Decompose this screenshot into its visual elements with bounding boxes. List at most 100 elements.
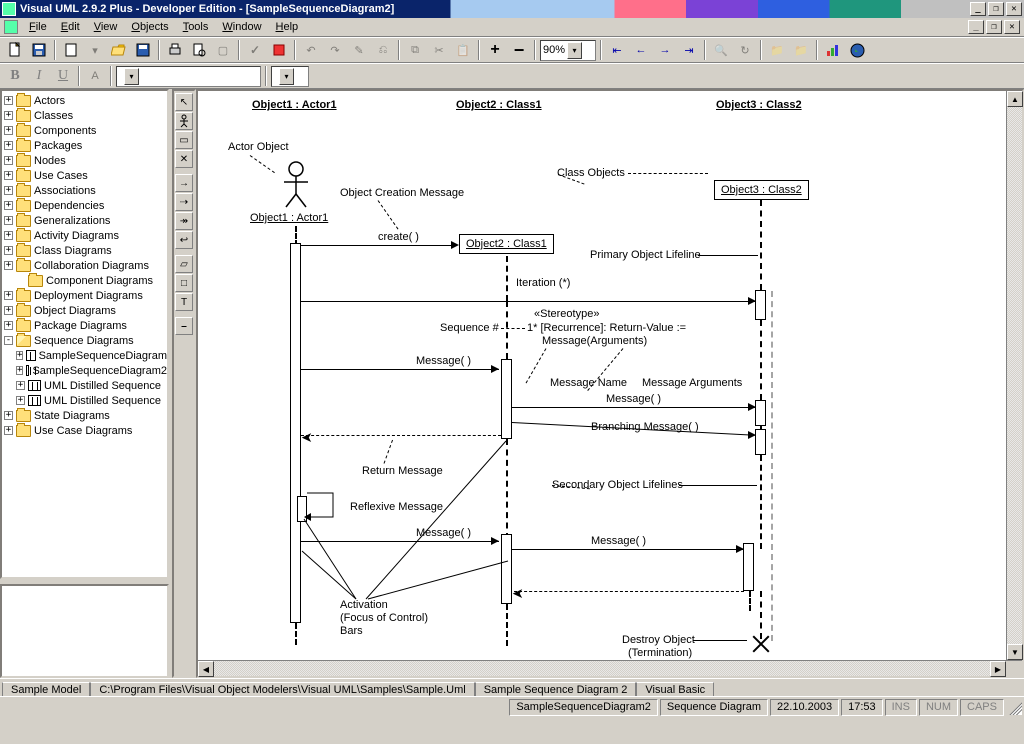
expand-icon[interactable]: + — [16, 351, 23, 360]
menu-objects[interactable]: Objects — [124, 19, 175, 35]
find-button[interactable]: 🔍 — [710, 39, 732, 61]
activation-bar[interactable] — [501, 359, 512, 439]
expand-icon[interactable]: + — [4, 291, 13, 300]
tab-diagram[interactable]: Sample Sequence Diagram 2 — [475, 682, 637, 696]
tree-item[interactable]: +Deployment Diagrams — [2, 288, 167, 303]
italic-button[interactable]: I — [28, 65, 50, 87]
minimize-button[interactable]: _ — [970, 2, 986, 16]
print-button[interactable] — [164, 39, 186, 61]
return-tool[interactable]: ⇢ — [175, 193, 193, 211]
mdi-restore-button[interactable]: ❐ — [986, 20, 1002, 34]
activation-bar[interactable] — [755, 400, 766, 426]
chart-button[interactable] — [822, 39, 844, 61]
underline-button[interactable]: U — [52, 65, 74, 87]
expand-icon[interactable]: + — [4, 306, 13, 315]
paste-button[interactable]: 📋 — [452, 39, 474, 61]
vertical-scrollbar[interactable]: ▲ ▼ — [1006, 91, 1022, 660]
return-arrow[interactable] — [514, 591, 744, 592]
tool3-button[interactable]: ▢ — [212, 39, 234, 61]
expand-icon[interactable]: + — [4, 231, 13, 240]
zoom-minus-button[interactable]: − — [508, 39, 530, 61]
expand-icon[interactable]: + — [4, 96, 13, 105]
scroll-track[interactable] — [1007, 107, 1022, 644]
expand-icon[interactable]: + — [16, 366, 23, 375]
expand-icon[interactable]: + — [4, 321, 13, 330]
nav-right-end-button[interactable]: ⇥ — [678, 39, 700, 61]
object-box-3[interactable]: Object3 : Class2 — [714, 180, 809, 200]
zoom-combo[interactable]: 90% ▾ — [540, 40, 596, 61]
undo-button[interactable]: ↶ — [300, 39, 322, 61]
expand-icon[interactable]: + — [4, 261, 13, 270]
tab-vb[interactable]: Visual Basic — [636, 682, 714, 696]
expand-icon[interactable]: + — [4, 186, 13, 195]
menu-view[interactable]: View — [87, 19, 125, 35]
note-tool[interactable]: ▱ — [175, 255, 193, 273]
zoom-plus-button[interactable]: + — [484, 39, 506, 61]
tree-item[interactable]: +Associations — [2, 183, 167, 198]
activation-bar[interactable] — [755, 290, 766, 320]
message-arrow[interactable] — [512, 549, 744, 550]
brush-button[interactable]: ✎ — [348, 39, 370, 61]
new-doc-button[interactable] — [60, 39, 82, 61]
activation-bar[interactable] — [755, 429, 766, 455]
find-next-button[interactable]: ↻ — [734, 39, 756, 61]
tree-item[interactable]: +SampleSequenceDiagram2 — [2, 363, 167, 378]
diagram-canvas[interactable]: Object1 : Actor1 Object2 : Class1 Object… — [198, 91, 1006, 660]
mdi-icon[interactable] — [4, 20, 18, 34]
tree-item[interactable]: +Class Diagrams — [2, 243, 167, 258]
expand-icon[interactable]: + — [4, 246, 13, 255]
tree-item[interactable]: +Classes — [2, 108, 167, 123]
tree-item[interactable]: +Activity Diagrams — [2, 228, 167, 243]
pointer-tool[interactable]: ↖ — [175, 93, 193, 111]
expand-icon[interactable]: + — [16, 381, 25, 390]
scroll-up-button[interactable]: ▲ — [1007, 91, 1023, 107]
actor-tool[interactable] — [175, 112, 193, 130]
link-tool[interactable]: ⎯ — [175, 317, 193, 335]
print-preview-button[interactable] — [188, 39, 210, 61]
open-button[interactable] — [108, 39, 130, 61]
expand-icon[interactable]: + — [4, 216, 13, 225]
object-tool[interactable]: ▭ — [175, 131, 193, 149]
activation-bar[interactable] — [743, 543, 754, 591]
tool-button[interactable]: ▾ — [84, 39, 106, 61]
tree-item[interactable]: +Use Case Diagrams — [2, 423, 167, 438]
message-arrow[interactable] — [301, 301, 756, 302]
scroll-right-button[interactable]: ▶ — [990, 661, 1006, 677]
message-arrow[interactable] — [512, 407, 756, 408]
resize-grip[interactable] — [1006, 699, 1022, 715]
message-arrow[interactable] — [301, 369, 499, 370]
collapse-icon[interactable]: - — [4, 336, 13, 345]
menu-window[interactable]: Window — [215, 19, 268, 35]
menu-tools[interactable]: Tools — [176, 19, 216, 35]
message-tool[interactable]: → — [175, 174, 193, 192]
expand-icon[interactable]: + — [4, 411, 13, 420]
fontsize-combo[interactable]: ▾ — [271, 66, 309, 87]
tree-item[interactable]: +Nodes — [2, 153, 167, 168]
tree-item[interactable]: +Packages — [2, 138, 167, 153]
expand-icon[interactable]: + — [4, 201, 13, 210]
tree-item[interactable]: +Use Cases — [2, 168, 167, 183]
tree-item[interactable]: +Components — [2, 123, 167, 138]
expand-icon[interactable]: + — [4, 111, 13, 120]
dropdown-icon[interactable]: ▾ — [124, 68, 139, 85]
tool4-button[interactable]: ⎌ — [372, 39, 394, 61]
bold-button[interactable]: B — [4, 65, 26, 87]
menu-file[interactable]: FFileile — [22, 19, 54, 35]
tree-item[interactable]: +Generalizations — [2, 213, 167, 228]
tree-item[interactable]: +Actors — [2, 93, 167, 108]
folder-btn[interactable]: 📁 — [766, 39, 788, 61]
scroll-track[interactable] — [214, 661, 990, 676]
expand-icon[interactable]: + — [4, 141, 13, 150]
font-color-button[interactable]: A — [84, 65, 106, 87]
scroll-down-button[interactable]: ▼ — [1007, 644, 1023, 660]
copy-button[interactable]: ⧉ — [404, 39, 426, 61]
redo-button[interactable]: ↷ — [324, 39, 346, 61]
expand-icon[interactable]: + — [4, 426, 13, 435]
horizontal-scrollbar[interactable]: ◀ ▶ — [198, 660, 1022, 676]
rect-tool[interactable]: □ — [175, 274, 193, 292]
message-arrow[interactable] — [301, 245, 451, 246]
actor-figure[interactable] — [281, 161, 311, 209]
tree-item[interactable]: +State Diagrams — [2, 408, 167, 423]
tool-red-button[interactable] — [268, 39, 290, 61]
scroll-left-button[interactable]: ◀ — [198, 661, 214, 677]
